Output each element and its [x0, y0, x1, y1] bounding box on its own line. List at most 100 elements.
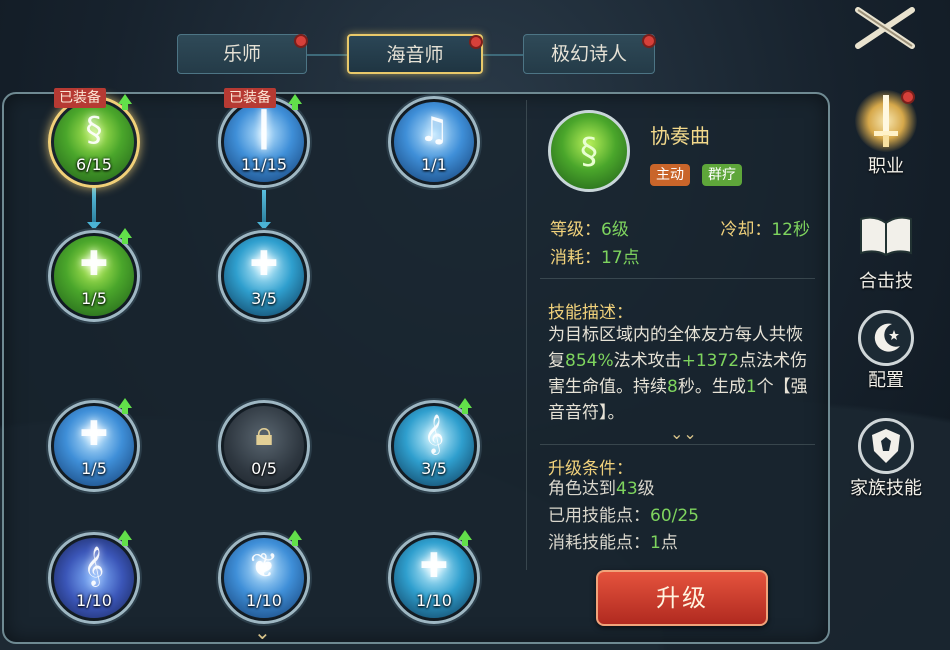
skill-node[interactable]: ♫ 1/1: [388, 96, 480, 188]
expand-description-icon[interactable]: ⌄⌄: [670, 424, 697, 443]
close-button[interactable]: [850, 4, 920, 52]
desc-value: +1372: [681, 351, 740, 371]
notification-dot: [294, 34, 308, 48]
tab-fantasy-poet[interactable]: 极幻诗人: [523, 34, 656, 74]
rail-item-class[interactable]: 职业: [843, 90, 929, 178]
skill-level-count: 3/5: [251, 289, 277, 308]
plus-figure-icon: ✚: [419, 546, 449, 586]
tree-connector: [87, 186, 101, 230]
rail-label: 职业: [868, 156, 904, 177]
moon-icon: [858, 310, 914, 366]
skill-stats: 等级：6级 冷却：12秒 消耗：17点: [550, 216, 810, 272]
skill-level-count: 1/1: [421, 155, 447, 174]
rail-item-family-skill[interactable]: 家族技能: [843, 418, 929, 500]
cooldown-value: 12秒: [771, 220, 810, 240]
upgrade-arrow-icon: [288, 94, 302, 110]
divider: [540, 444, 815, 445]
skill-name: 协奏曲: [650, 124, 710, 148]
skill-node[interactable]: 𝄞 1/10: [48, 530, 140, 624]
rail-item-config[interactable]: 配置: [843, 310, 929, 392]
desc-value: 1: [745, 377, 757, 397]
desc-value: 854%: [565, 351, 614, 371]
light-pillar-icon: ┃: [253, 110, 275, 150]
scroll-down-icon[interactable]: ⌄: [254, 620, 271, 644]
skill-level-count: 1/10: [76, 591, 112, 610]
req-label: 已用技能点：: [548, 506, 650, 526]
skill-level-count: 6/15: [76, 155, 112, 174]
tab-label: 极幻诗人: [550, 43, 627, 65]
desc-title: 技能描述：: [548, 303, 633, 323]
tab-sea-musician[interactable]: 海音师: [347, 34, 483, 74]
req-value: 60/25: [650, 506, 699, 526]
book-icon: [855, 205, 917, 267]
treble-note-icon: 𝄞: [83, 546, 105, 586]
close-icon: [855, 7, 915, 49]
upgrade-arrow-icon: [118, 530, 132, 546]
req-label: 消耗技能点：: [548, 533, 650, 553]
skill-node[interactable]: ✚ 1/5: [48, 398, 140, 492]
rail-label: 配置: [868, 370, 904, 391]
equipped-badge: 已装备: [54, 88, 106, 108]
plus-group-icon: ✚: [249, 244, 279, 284]
notification-dot: [469, 35, 483, 49]
upgrade-requirements: 角色达到43级 已用技能点：60/25 消耗技能点：1点: [548, 476, 699, 557]
upgrade-arrow-icon: [288, 530, 302, 546]
upgrade-arrow-icon: [118, 398, 132, 414]
skill-node[interactable]: 𝄞 3/5: [388, 398, 480, 492]
cooldown-label: 冷却：: [720, 220, 772, 240]
figure-heal-icon: ✚: [79, 414, 109, 454]
desc-value: 8: [667, 377, 678, 397]
divider: [540, 278, 815, 279]
equipped-badge: 已装备: [224, 88, 276, 108]
skill-level-count: 1/5: [81, 289, 107, 308]
music-clef-icon: ♫: [418, 110, 450, 150]
req-value: 43: [616, 479, 638, 499]
skill-node[interactable]: ┃ 11/15 已装备: [218, 88, 310, 188]
cost-label: 消耗：: [550, 248, 601, 268]
serpent-heal-icon: §: [85, 110, 103, 150]
skill-level-count: 3/5: [421, 459, 447, 478]
req-unit: 点: [660, 533, 678, 553]
tag-active: 主动: [650, 164, 690, 186]
upgrade-arrow-icon: [458, 530, 472, 546]
skill-node[interactable]: ❦ 1/10: [218, 530, 310, 624]
req-label: 角色达到: [548, 479, 616, 499]
req-unit: 级: [637, 479, 655, 499]
tree-connector: [257, 186, 271, 230]
tab-musician[interactable]: 乐师: [177, 34, 308, 74]
skill-level-count: 1/10: [416, 591, 452, 610]
crest-icon: [858, 418, 914, 474]
tag-group-heal: 群疗: [702, 164, 742, 186]
skill-level-count: 0/5: [251, 459, 277, 478]
wings-icon: ❦: [249, 546, 279, 586]
skill-level-count: 11/15: [240, 155, 288, 174]
tab-label: 海音师: [386, 44, 444, 66]
rail-label: 合击技: [859, 271, 913, 292]
plus-heal-icon: ✚: [79, 244, 109, 284]
desc-text: 法术攻击: [613, 351, 682, 371]
serpent-heal-icon: §: [548, 110, 630, 192]
req-value: 1: [650, 533, 661, 553]
skill-level-count: 1/5: [81, 459, 107, 478]
skill-node-locked[interactable]: 🔒︎ 0/5: [218, 400, 310, 492]
skill-node[interactable]: ✚ 1/5: [48, 228, 140, 322]
lock-icon: 🔒︎: [254, 414, 274, 454]
rail-label: 家族技能: [850, 478, 922, 499]
skill-node[interactable]: ✚ 1/10: [388, 530, 480, 624]
skill-node-concerto[interactable]: § 6/15 已装备: [48, 88, 140, 188]
desc-text: 秒。生成: [677, 377, 746, 397]
level-label: 等级：: [550, 220, 601, 240]
upgrade-button[interactable]: 升级: [596, 570, 768, 626]
upgrade-arrow-icon: [458, 398, 472, 414]
notification-dot: [642, 34, 656, 48]
panel-divider: [526, 100, 527, 570]
notification-dot: [901, 90, 915, 104]
skill-level-count: 1/10: [246, 591, 282, 610]
treble-wave-icon: 𝄞: [423, 414, 445, 454]
upgrade-arrow-icon: [118, 228, 132, 244]
skill-node[interactable]: ✚ 3/5: [218, 230, 310, 322]
tab-label: 乐师: [222, 43, 261, 65]
rail-item-combo-skill[interactable]: 合击技: [843, 205, 929, 293]
level-value: 6级: [601, 220, 629, 240]
upgrade-arrow-icon: [118, 94, 132, 110]
